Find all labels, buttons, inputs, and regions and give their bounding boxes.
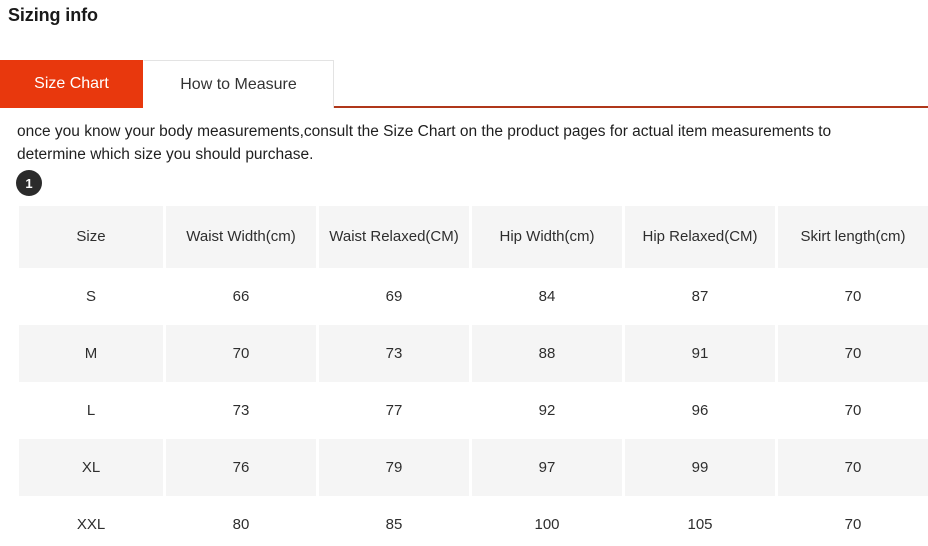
cell-size: XXL <box>19 496 163 546</box>
step-badge-1: 1 <box>16 170 42 196</box>
cell-waist-width: 70 <box>166 325 316 382</box>
cell-waist-relaxed: 79 <box>319 439 469 496</box>
cell-size: L <box>19 382 163 439</box>
tab-size-chart-label: Size Chart <box>34 75 109 92</box>
cell-skirt-length: 70 <box>778 496 928 546</box>
description-text: once you know your body measurements,con… <box>17 123 832 163</box>
table-row: S 66 69 84 87 70 <box>19 268 928 325</box>
sizing-info-page: Sizing info Size Chart How to Measure on… <box>0 0 928 546</box>
table-row: M 70 73 88 91 70 <box>19 325 928 382</box>
cell-hip-relaxed: 96 <box>625 382 775 439</box>
cell-hip-relaxed: 99 <box>625 439 775 496</box>
table-body: S 66 69 84 87 70 M 70 73 88 91 70 L 73 7… <box>19 268 928 546</box>
cell-skirt-length: 70 <box>778 382 928 439</box>
cell-waist-relaxed: 77 <box>319 382 469 439</box>
cell-waist-width: 73 <box>166 382 316 439</box>
cell-waist-width: 66 <box>166 268 316 325</box>
table-header-row: Size Waist Width(cm) Waist Relaxed(CM) H… <box>19 206 928 268</box>
cell-hip-width: 97 <box>472 439 622 496</box>
cell-size: S <box>19 268 163 325</box>
tab-how-to-measure-label: How to Measure <box>180 75 297 93</box>
table-row: L 73 77 92 96 70 <box>19 382 928 439</box>
size-chart-table: Size Waist Width(cm) Waist Relaxed(CM) H… <box>16 206 928 546</box>
cell-waist-relaxed: 73 <box>319 325 469 382</box>
cell-waist-width: 80 <box>166 496 316 546</box>
cell-size: M <box>19 325 163 382</box>
cell-hip-relaxed: 105 <box>625 496 775 546</box>
page-title: Sizing info <box>8 5 98 25</box>
column-header-waist-width: Waist Width(cm) <box>166 206 316 268</box>
cell-skirt-length: 70 <box>778 325 928 382</box>
table-row: XXL 80 85 100 105 70 <box>19 496 928 546</box>
column-header-size: Size <box>19 206 163 268</box>
column-header-hip-width: Hip Width(cm) <box>472 206 622 268</box>
cell-skirt-length: 70 <box>778 439 928 496</box>
cell-waist-relaxed: 69 <box>319 268 469 325</box>
cell-hip-width: 100 <box>472 496 622 546</box>
step-badge-number: 1 <box>25 175 33 191</box>
cell-size: XL <box>19 439 163 496</box>
tab-bar: Size Chart How to Measure <box>0 60 928 108</box>
table-row: XL 76 79 97 99 70 <box>19 439 928 496</box>
column-header-hip-relaxed: Hip Relaxed(CM) <box>625 206 775 268</box>
cell-hip-width: 84 <box>472 268 622 325</box>
cell-waist-relaxed: 85 <box>319 496 469 546</box>
column-header-waist-relaxed: Waist Relaxed(CM) <box>319 206 469 268</box>
tab-size-chart[interactable]: Size Chart <box>0 60 143 108</box>
cell-hip-relaxed: 87 <box>625 268 775 325</box>
table-header: Size Waist Width(cm) Waist Relaxed(CM) H… <box>19 206 928 268</box>
cell-hip-width: 88 <box>472 325 622 382</box>
cell-waist-width: 76 <box>166 439 316 496</box>
column-header-skirt-length: Skirt length(cm) <box>778 206 928 268</box>
cell-hip-relaxed: 91 <box>625 325 775 382</box>
cell-hip-width: 92 <box>472 382 622 439</box>
tab-how-to-measure[interactable]: How to Measure <box>143 60 334 108</box>
cell-skirt-length: 70 <box>778 268 928 325</box>
